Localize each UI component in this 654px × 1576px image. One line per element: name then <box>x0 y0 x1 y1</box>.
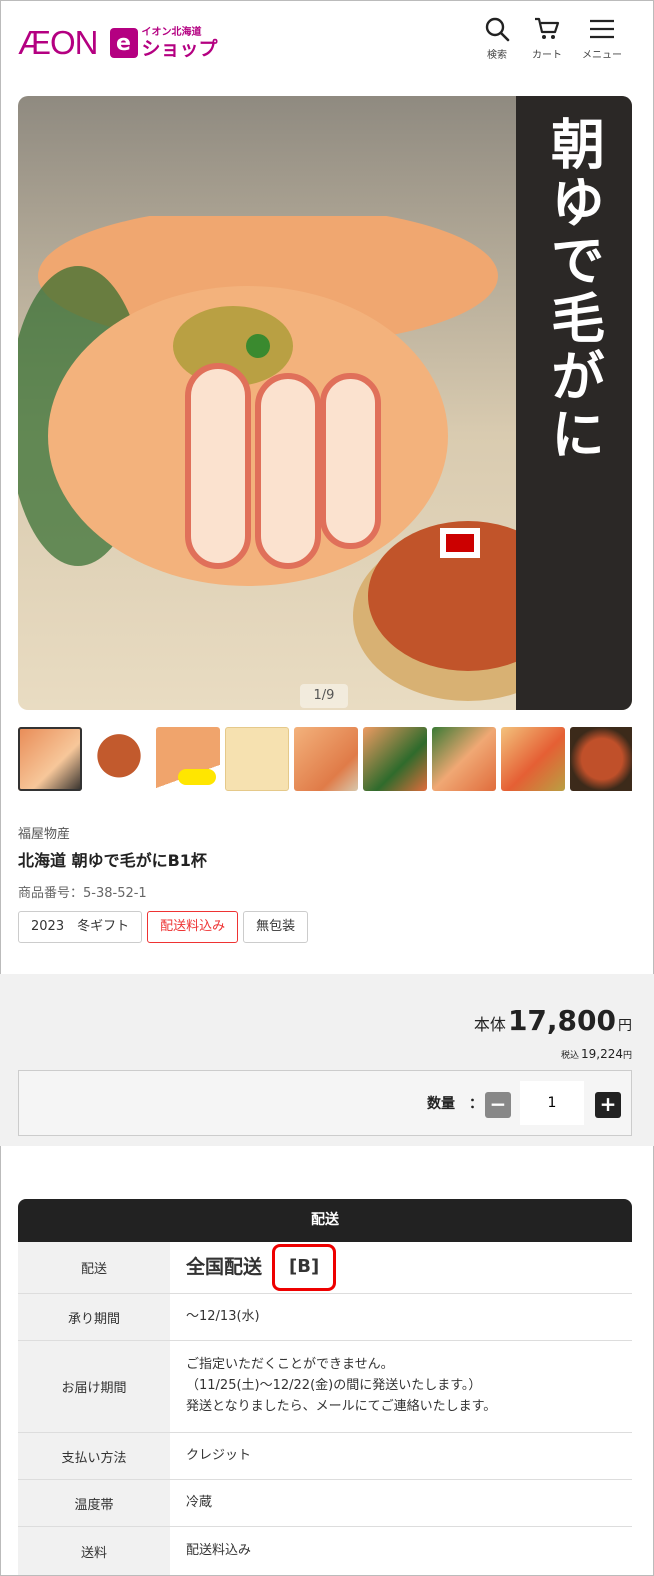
shipping-badge: [B] <box>272 1244 337 1291</box>
quantity-plus-button[interactable]: + <box>595 1092 621 1118</box>
delivery-key: お届け期間 <box>18 1341 170 1432</box>
thumbnail-strip <box>18 727 632 791</box>
delivery-value: ご指定いただくことができません。 （11/25(土)〜12/22(金)の間に発送… <box>186 1341 632 1432</box>
quantity-label: 数量 ： <box>427 1096 483 1112</box>
price-amount: 17,800 <box>507 1004 616 1037</box>
tax-yen: 円 <box>622 1051 632 1061</box>
cart-icon <box>535 17 560 39</box>
tag-no-wrapping[interactable]: 無包装 <box>243 911 309 943</box>
delivery-heading: 配送 <box>18 1199 632 1242</box>
delivery-key: 温度帯 <box>18 1480 170 1526</box>
menu-label: メニュー <box>582 50 622 61</box>
thumbnail-3[interactable] <box>156 727 220 791</box>
logo-text: イオン北海道 ショップ <box>141 26 218 60</box>
hamburger-menu-icon <box>590 19 614 39</box>
tax-amount: 19,224 <box>580 1047 623 1061</box>
product-maker: 福屋物産 <box>18 827 71 842</box>
shipping-area-text: 全国配送 <box>186 1256 263 1279</box>
delivery-row-temperature: 温度帯 冷蔵 <box>18 1480 632 1527</box>
search-icon <box>485 17 510 42</box>
quantity-minus-button[interactable]: − <box>485 1092 511 1118</box>
thumbnail-2[interactable] <box>87 727 151 791</box>
logo-aeon: ÆON <box>18 24 98 61</box>
shipping-area: 全国配送 [B] <box>186 1244 632 1291</box>
hero-title-panel: 朝ゆで毛がに <box>516 96 632 710</box>
delivery-value: 〜12/13(水) <box>186 1308 260 1324</box>
search-label: 検索 <box>487 50 507 61</box>
tag-shipping-included[interactable]: 配送料込み <box>147 911 239 943</box>
logo-sub: イオン北海道 <box>141 26 202 38</box>
delivery-line: ご指定いただくことができません。 <box>186 1357 394 1373</box>
delivery-row-delivery-period: お届け期間 ご指定いただくことができません。 （11/25(土)〜12/22(金… <box>18 1341 632 1433</box>
thumbnail-1[interactable] <box>18 727 82 791</box>
thumbnail-8[interactable] <box>501 727 565 791</box>
delivery-row-order-period: 承り期間 〜12/13(水) <box>18 1294 632 1341</box>
delivery-value: クレジット <box>186 1447 252 1463</box>
delivery-row-payment: 支払い方法 クレジット <box>18 1433 632 1480</box>
tag-winter-gift[interactable]: 2023 冬ギフト <box>18 911 143 943</box>
quantity-input[interactable] <box>520 1081 584 1125</box>
delivery-key: 配送 <box>18 1242 170 1293</box>
thumbnail-6[interactable] <box>363 727 427 791</box>
delivery-value: 配送料込み <box>186 1542 252 1558</box>
product-tags: 2023 冬ギフト 配送料込み 無包装 <box>18 911 309 943</box>
delivery-key: 承り期間 <box>18 1294 170 1340</box>
delivery-value: 冷蔵 <box>186 1494 213 1510</box>
tax-prefix: 税込 <box>560 1051 579 1061</box>
delivery-key: 支払い方法 <box>18 1433 170 1479</box>
product-title: 北海道 朝ゆで毛がにB1杯 <box>18 851 207 870</box>
thumbnail-9[interactable] <box>570 727 632 791</box>
quantity-selector: 数量 ： − + <box>18 1070 632 1136</box>
logo-main: ショップ <box>141 37 218 60</box>
logo-e-icon: e <box>109 28 138 58</box>
menu-button[interactable]: メニュー <box>576 16 628 61</box>
thumbnail-7[interactable] <box>432 727 496 791</box>
hero-title: 朝ゆで毛がに <box>541 116 606 464</box>
slide-counter: 1/9 <box>300 684 348 708</box>
delivery-row-shipping: 配送 全国配送 [B] <box>18 1242 632 1294</box>
price-prefix: 本体 <box>473 1015 506 1034</box>
site-header: ÆON e イオン北海道 ショップ 検索 カート メニュー <box>0 0 654 80</box>
product-sku: 商品番号：5-38-52-1 <box>18 886 147 901</box>
delivery-value: 全国配送 [B] <box>186 1242 632 1293</box>
thumbnail-5[interactable] <box>294 727 358 791</box>
price-yen: 円 <box>618 1018 632 1034</box>
cart-button[interactable]: カート <box>521 16 573 61</box>
product-main-image[interactable]: 朝ゆで毛がに 1/9 <box>18 96 632 710</box>
delivery-row-shipping-fee: 送料 配送料込み <box>18 1527 632 1575</box>
delivery-key: 送料 <box>18 1527 170 1575</box>
cart-label: カート <box>532 50 562 61</box>
thumbnail-sticker <box>178 769 216 785</box>
price-with-tax: 税込 19,224 円 <box>561 1047 632 1061</box>
site-logo[interactable]: ÆON e イオン北海道 ショップ <box>18 24 218 62</box>
delivery-line: 発送となりましたら、メールにてご連絡いたします。 <box>186 1398 497 1414</box>
search-button[interactable]: 検索 <box>471 16 523 61</box>
price: 本体 17,800 円 <box>474 1004 632 1037</box>
delivery-line: （11/25(土)〜12/22(金)の間に発送いたします。） <box>186 1378 482 1394</box>
thumbnail-4[interactable] <box>225 727 289 791</box>
